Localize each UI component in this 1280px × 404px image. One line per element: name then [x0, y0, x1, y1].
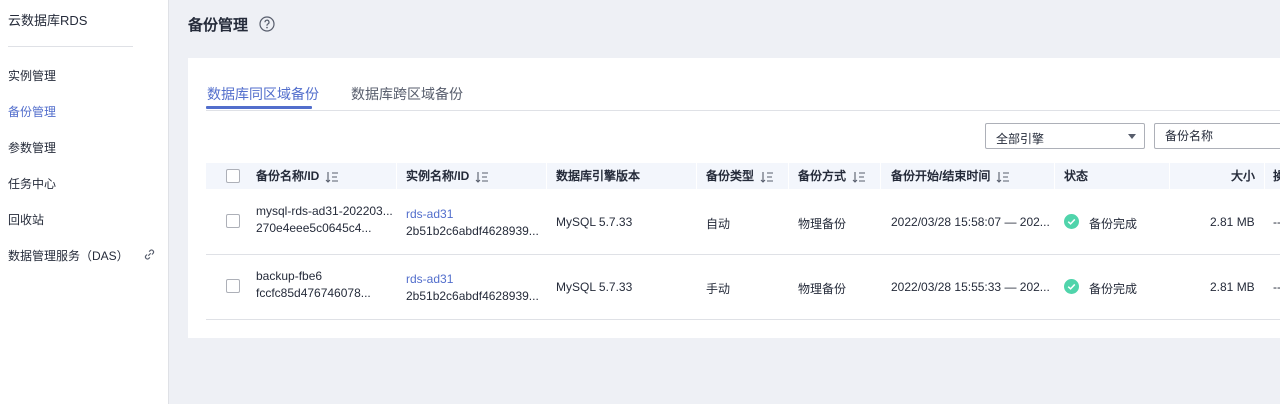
backup-size: 2.81 MB	[1210, 215, 1255, 229]
col-backup-method: 备份方式	[798, 163, 866, 189]
tab-active-indicator	[206, 106, 312, 109]
check-circle-icon	[1064, 214, 1079, 229]
backup-type: 自动	[706, 217, 731, 231]
row-actions: --	[1273, 215, 1280, 229]
backup-time: 2022/03/28 15:58:07 — 202...	[891, 215, 1050, 229]
sort-icon[interactable]	[996, 171, 1010, 183]
col-instance-name: 实例名称/ID	[406, 163, 489, 189]
sort-icon[interactable]	[325, 171, 339, 183]
sidebar-item-tasks[interactable]: 任务中心	[8, 175, 56, 192]
sort-icon[interactable]	[852, 171, 866, 183]
engine-select-value: 全部引擎	[996, 132, 1045, 146]
backup-id: 270e4eee5c0645c4...	[256, 221, 372, 235]
sidebar-item-das[interactable]: 数据管理服务（DAS）	[8, 247, 129, 264]
tab-divider	[206, 110, 1280, 111]
sidebar: 云数据库RDS 实例管理 备份管理 参数管理 任务中心 回收站 数据管理服务（D…	[0, 0, 169, 404]
sidebar-item-parameters[interactable]: 参数管理	[8, 139, 56, 156]
engine-version: MySQL 5.7.33	[556, 215, 633, 229]
engine-select[interactable]: 全部引擎	[985, 123, 1145, 149]
help-icon[interactable]	[259, 16, 275, 32]
col-backup-name: 备份名称/ID	[256, 163, 339, 189]
table-header: 备份名称/ID 实例名称/ID 数据库引擎版本 备份类型 备份方式 备份开始/结…	[206, 163, 1280, 189]
column-separator	[1169, 163, 1170, 189]
backup-id: fccfc85d476746078...	[256, 286, 371, 300]
caret-down-icon	[1128, 134, 1136, 139]
backup-method: 物理备份	[798, 217, 847, 231]
column-separator	[880, 163, 881, 189]
col-engine-version: 数据库引擎版本	[556, 169, 641, 183]
sidebar-item-recycle-bin[interactable]: 回收站	[8, 211, 44, 228]
column-separator	[788, 163, 789, 189]
col-size: 大小	[1231, 169, 1256, 183]
external-link-icon[interactable]	[143, 248, 156, 261]
row-checkbox[interactable]	[226, 214, 240, 228]
col-backup-time: 备份开始/结束时间	[891, 163, 1010, 189]
sidebar-item-backups[interactable]: 备份管理	[8, 103, 56, 120]
backup-name: backup-fbe6	[256, 269, 323, 283]
engine-version: MySQL 5.7.33	[556, 280, 633, 294]
backup-method: 物理备份	[798, 282, 847, 296]
page-title: 备份管理	[188, 17, 249, 34]
divider	[8, 46, 133, 47]
row-actions: --	[1273, 280, 1280, 294]
backup-name: mysql-rds-ad31-202203...	[256, 204, 393, 218]
col-status: 状态	[1064, 169, 1089, 183]
instance-name-link[interactable]: rds-ad31	[406, 272, 453, 286]
sort-icon[interactable]	[760, 171, 774, 183]
col-backup-type: 备份类型	[706, 163, 774, 189]
instance-id: 2b51b2c6abdf4628939...	[406, 224, 539, 238]
select-all-checkbox[interactable]	[226, 169, 240, 183]
backup-time: 2022/03/28 15:55:33 — 202...	[891, 280, 1050, 294]
backup-type: 手动	[706, 282, 731, 296]
tab-cross-region-backup[interactable]: 数据库跨区域备份	[351, 84, 463, 104]
check-circle-icon	[1064, 279, 1079, 294]
status-text: 备份完成	[1089, 282, 1138, 296]
row-checkbox[interactable]	[226, 279, 240, 293]
instance-name-link[interactable]: rds-ad31	[406, 207, 453, 221]
service-title: 云数据库RDS	[8, 13, 88, 28]
status-text: 备份完成	[1089, 217, 1138, 231]
table-row: backup-fbe6 fccfc85d476746078... rds-ad3…	[206, 254, 1280, 320]
backup-card: 数据库同区域备份 数据库跨区域备份 全部引擎 备份名称/ID 实例名称/ID 数…	[188, 58, 1280, 338]
instance-id: 2b51b2c6abdf4628939...	[406, 289, 539, 303]
column-separator	[546, 163, 547, 189]
column-separator	[396, 163, 397, 189]
column-separator	[1054, 163, 1055, 189]
backup-size: 2.81 MB	[1210, 280, 1255, 294]
column-separator	[696, 163, 697, 189]
table-row: mysql-rds-ad31-202203... 270e4eee5c0645c…	[206, 189, 1280, 255]
backup-name-search-input[interactable]	[1154, 123, 1280, 149]
column-separator	[1264, 163, 1265, 189]
tab-same-region-backup[interactable]: 数据库同区域备份	[207, 84, 319, 104]
sort-icon[interactable]	[475, 171, 489, 183]
sidebar-item-instances[interactable]: 实例管理	[8, 67, 56, 84]
col-actions: 操	[1273, 169, 1280, 183]
